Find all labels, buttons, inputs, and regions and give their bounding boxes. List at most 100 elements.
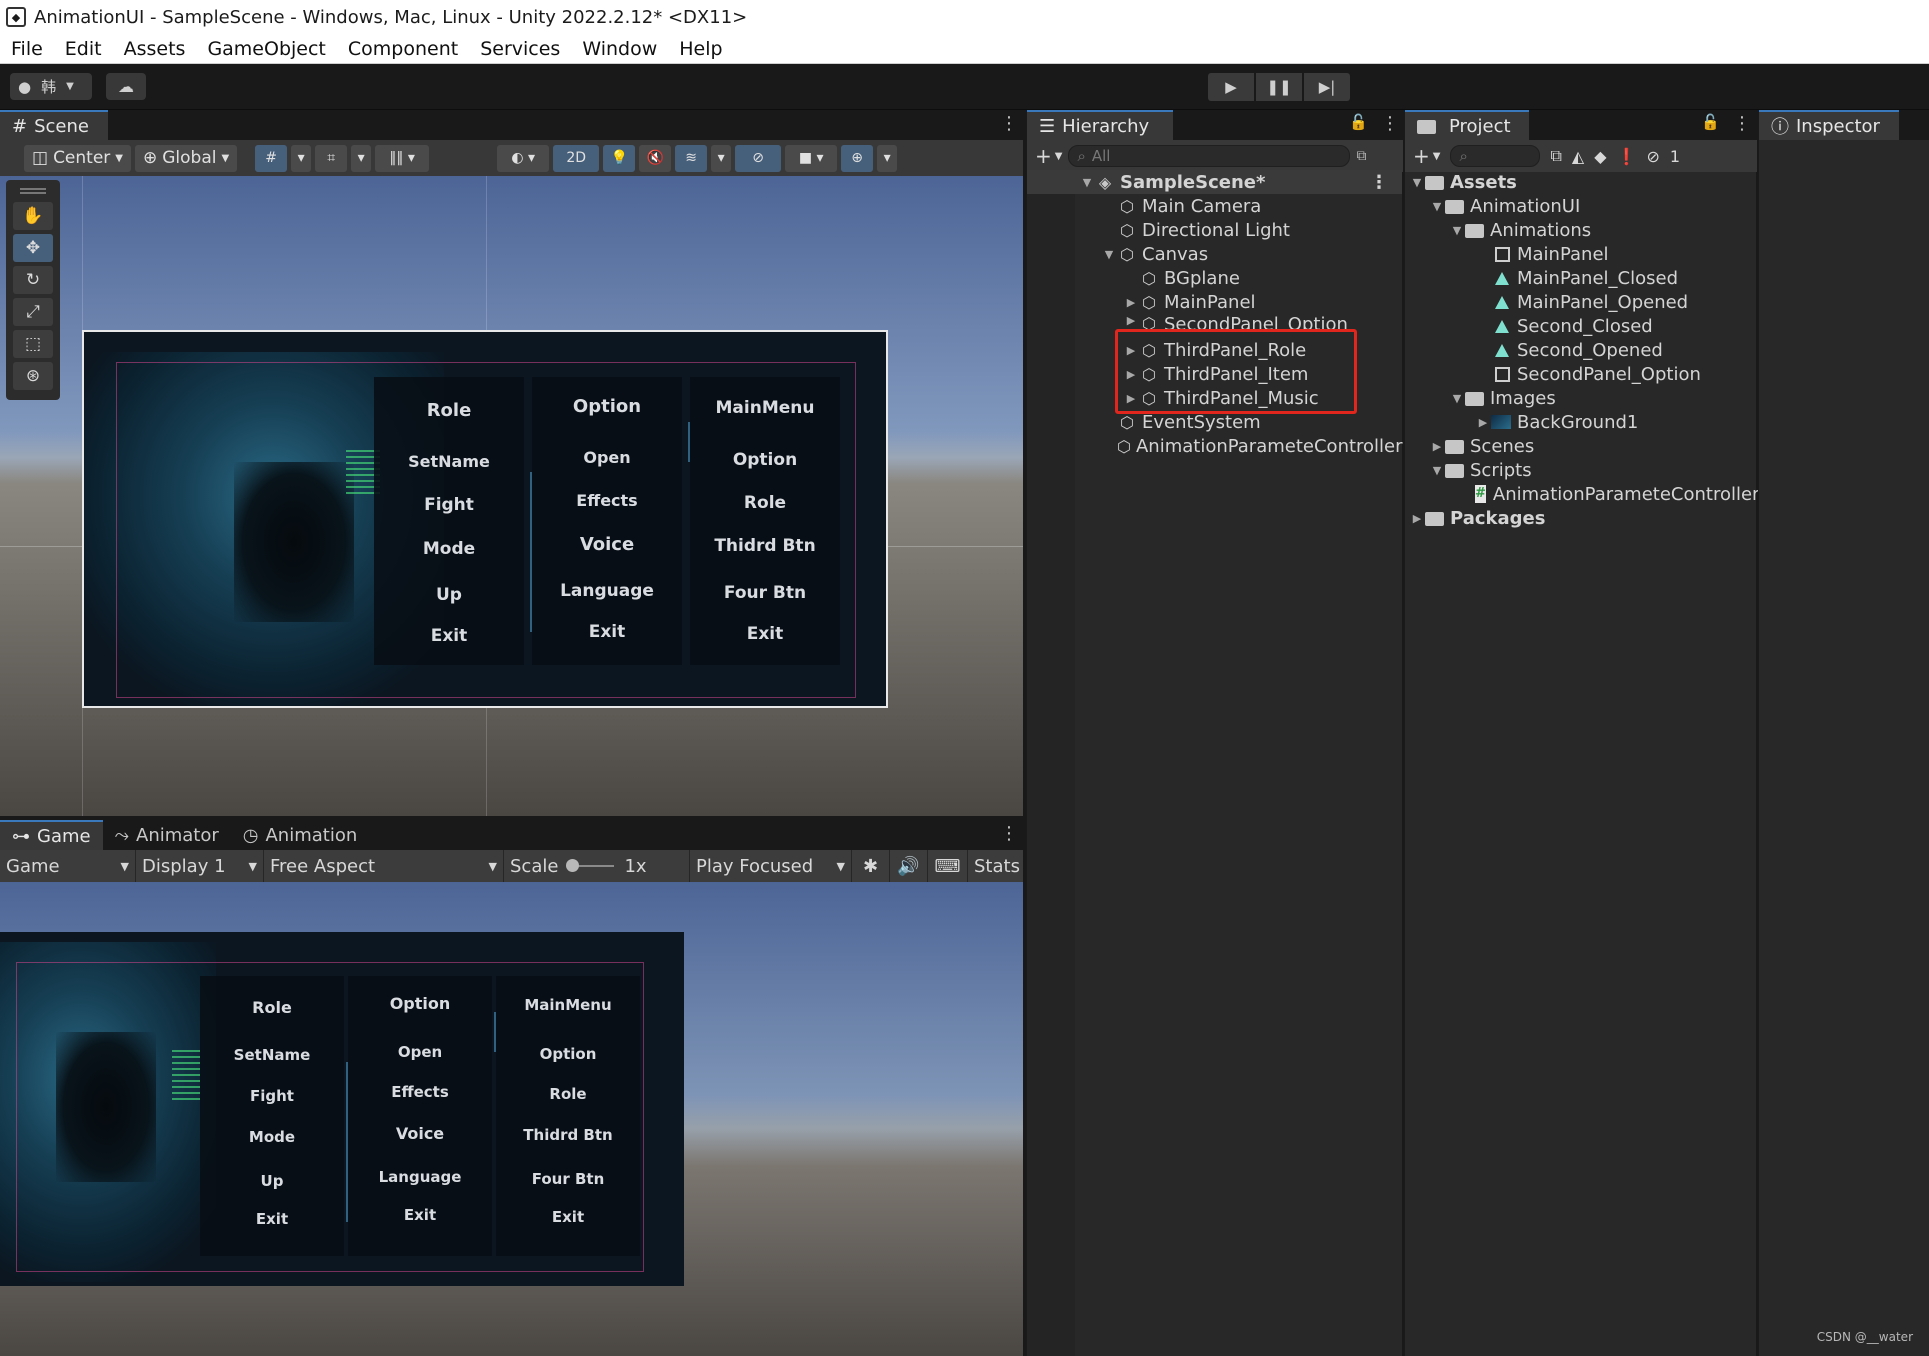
expand-arrow-icon[interactable]: ▼ (1429, 200, 1445, 213)
mode-2d-button[interactable]: 2D (553, 144, 600, 172)
tab-hierarchy[interactable]: ☰ Hierarchy (1027, 110, 1173, 140)
cloud-icon[interactable]: ☁ (106, 73, 146, 100)
project-item-animations[interactable]: ▼ Animations (1405, 218, 1756, 242)
lock-icon[interactable]: 🔓 (1349, 113, 1368, 131)
menu-gameobject[interactable]: GameObject (196, 38, 336, 60)
lock-icon[interactable]: 🔓 (1701, 113, 1720, 131)
warning-filter-icon[interactable]: ❗ (1617, 147, 1637, 166)
audio-mute-icon[interactable]: 🔇 (639, 144, 672, 172)
hidden-packages-icon[interactable]: ⊘ (1646, 147, 1659, 166)
play-focus-dropdown[interactable]: Play Focused ▼ (690, 850, 852, 882)
more-options-icon[interactable]: ⋮ (1000, 823, 1018, 844)
tree-item-main-camera[interactable]: ⬡ Main Camera (1027, 194, 1402, 218)
project-item-mainpanel-closed[interactable]: MainPanel_Closed (1405, 266, 1756, 290)
tree-item-samplescene[interactable]: ▼ ◈ SampleScene* ⋮ (1027, 170, 1402, 194)
filter-type-icon[interactable]: ◭ (1572, 147, 1584, 166)
chevron-down-icon[interactable]: ▾ (291, 144, 312, 172)
chevron-down-icon[interactable]: ▾ (711, 144, 732, 172)
more-options-icon[interactable]: ⋮ (1000, 113, 1018, 134)
play-button[interactable]: ▶ (1208, 73, 1254, 101)
label-filter-icon[interactable]: ◆ (1594, 147, 1606, 166)
create-dropdown[interactable]: + ▼ (1413, 144, 1440, 168)
tab-animation[interactable]: ◷ Animation (231, 820, 370, 850)
ui-canvas-preview[interactable]: Role SetName Fight Mode Up Exit Option O… (82, 330, 888, 708)
project-item-images[interactable]: ▼ Images (1405, 386, 1756, 410)
stats-button[interactable]: Stats (968, 850, 1023, 882)
project-search-input[interactable]: ⌕ (1450, 145, 1541, 167)
more-options-icon[interactable]: ⋮ (1733, 113, 1751, 134)
project-item-second-opened[interactable]: Second_Opened (1405, 338, 1756, 362)
tree-item-bgplane[interactable]: ⬡ BGplane (1027, 266, 1402, 290)
hierarchy-search-input[interactable]: ⌕ All (1068, 145, 1351, 167)
aspect-dropdown[interactable]: Free Aspect ▼ (264, 850, 504, 882)
project-item-secondpanel-option[interactable]: SecondPanel_Option (1405, 362, 1756, 386)
search-options-icon[interactable]: ⧉ (1550, 146, 1561, 166)
project-item-animationui[interactable]: ▼ AnimationUI (1405, 194, 1756, 218)
menu-file[interactable]: File (0, 38, 54, 60)
drag-handle[interactable] (20, 188, 46, 194)
scale-tool-icon[interactable]: ⤢ (13, 298, 53, 326)
menu-help[interactable]: Help (668, 38, 733, 60)
expand-arrow-icon[interactable]: ▼ (1449, 224, 1465, 237)
space-dropdown[interactable]: ⊕ Global ▼ (134, 144, 238, 172)
tab-animator[interactable]: ⤳ Animator (103, 820, 231, 850)
tab-scene[interactable]: # Scene (0, 110, 108, 140)
project-item-second-closed[interactable]: Second_Closed (1405, 314, 1756, 338)
expand-arrow-icon[interactable]: ▼ (1429, 464, 1445, 477)
menu-assets[interactable]: Assets (113, 38, 197, 60)
project-item-mainpanel-opened[interactable]: MainPanel_Opened (1405, 290, 1756, 314)
slider-thumb[interactable] (566, 859, 580, 872)
increment-snap-icon[interactable]: ⌗ (315, 144, 348, 172)
scale-slider[interactable]: Scale 1x (504, 850, 690, 882)
project-item-scripts[interactable]: ▼ Scripts (1405, 458, 1756, 482)
project-item-packages[interactable]: ▶ Packages (1405, 506, 1756, 530)
tree-item-animationparametecontroller[interactable]: ⬡ AnimationParameteController (1027, 434, 1403, 458)
project-item-background1[interactable]: ▶ BackGround1 (1405, 410, 1756, 434)
gizmos-icon[interactable]: ⊕ (841, 144, 874, 172)
chevron-down-icon[interactable]: ▾ (351, 144, 372, 172)
tab-game[interactable]: ⊶ Game (0, 820, 103, 850)
menu-services[interactable]: Services (469, 38, 571, 60)
pause-button[interactable]: ❚❚ (1256, 73, 1302, 101)
expand-arrow-icon[interactable]: ▶ (1123, 296, 1139, 309)
project-item-assets[interactable]: ▼ Assets (1405, 170, 1756, 194)
expand-arrow-icon[interactable]: ▼ (1079, 176, 1095, 189)
ruler-icon[interactable]: ‖‖ ▾ (375, 144, 430, 172)
move-tool-icon[interactable]: ✥ (13, 234, 53, 262)
scene-visibility-icon[interactable]: ⊘ (735, 144, 782, 172)
tab-project[interactable]: Project (1405, 110, 1529, 140)
keyboard-icon[interactable]: ⌨ (928, 850, 968, 882)
hand-tool-icon[interactable]: ✋ (13, 202, 53, 230)
expand-arrow-icon[interactable]: ▼ (1449, 392, 1465, 405)
camera-icon[interactable]: ■ ▾ (785, 144, 838, 172)
grid-snap-icon[interactable]: # (255, 144, 288, 172)
pivot-dropdown[interactable]: ◫ Center ▼ (24, 144, 131, 172)
speaker-icon[interactable]: 🔊 (890, 850, 928, 882)
project-item-animationparametecontroller[interactable]: # AnimationParameteController (1405, 482, 1759, 506)
menu-window[interactable]: Window (571, 38, 668, 60)
lighting-icon[interactable]: 💡 (603, 144, 636, 172)
menu-edit[interactable]: Edit (54, 38, 113, 60)
tree-item-canvas[interactable]: ▼ ⬡ Canvas (1027, 242, 1402, 266)
expand-arrow-icon[interactable]: ▶ (1123, 314, 1139, 327)
rotate-tool-icon[interactable]: ↻ (13, 266, 53, 294)
expand-arrow-icon[interactable]: ▶ (1475, 416, 1491, 429)
rect-tool-icon[interactable]: ⬚ (13, 330, 53, 358)
more-options-icon[interactable]: ⋮ (1381, 113, 1399, 134)
tab-inspector[interactable]: ⓘ Inspector (1759, 110, 1899, 140)
expand-arrow-icon[interactable]: ▶ (1409, 512, 1425, 525)
step-button[interactable]: ▶| (1304, 73, 1350, 101)
project-item-scenes[interactable]: ▶ Scenes (1405, 434, 1756, 458)
account-dropdown[interactable]: ● 韩 ▼ (10, 73, 92, 100)
tree-item-directional-light[interactable]: ⬡ Directional Light (1027, 218, 1402, 242)
game-ui-canvas[interactable]: Role SetName Fight Mode Up Exit Option O… (0, 932, 684, 1286)
tree-item-secondpanel-option[interactable]: ▶ ⬡ SecondPanel_Option (1027, 314, 1402, 330)
create-dropdown[interactable]: + ▼ (1035, 144, 1062, 168)
menu-component[interactable]: Component (337, 38, 469, 60)
chevron-down-icon[interactable]: ▾ (877, 144, 898, 172)
display-dropdown[interactable]: Display 1 ▼ (136, 850, 264, 882)
project-item-mainpanel-controller[interactable]: MainPanel (1405, 242, 1756, 266)
shading-mode-icon[interactable]: ◐ ▾ (497, 144, 550, 172)
expand-arrow-icon[interactable]: ▼ (1101, 248, 1117, 261)
effects-icon[interactable]: ≋ (675, 144, 708, 172)
